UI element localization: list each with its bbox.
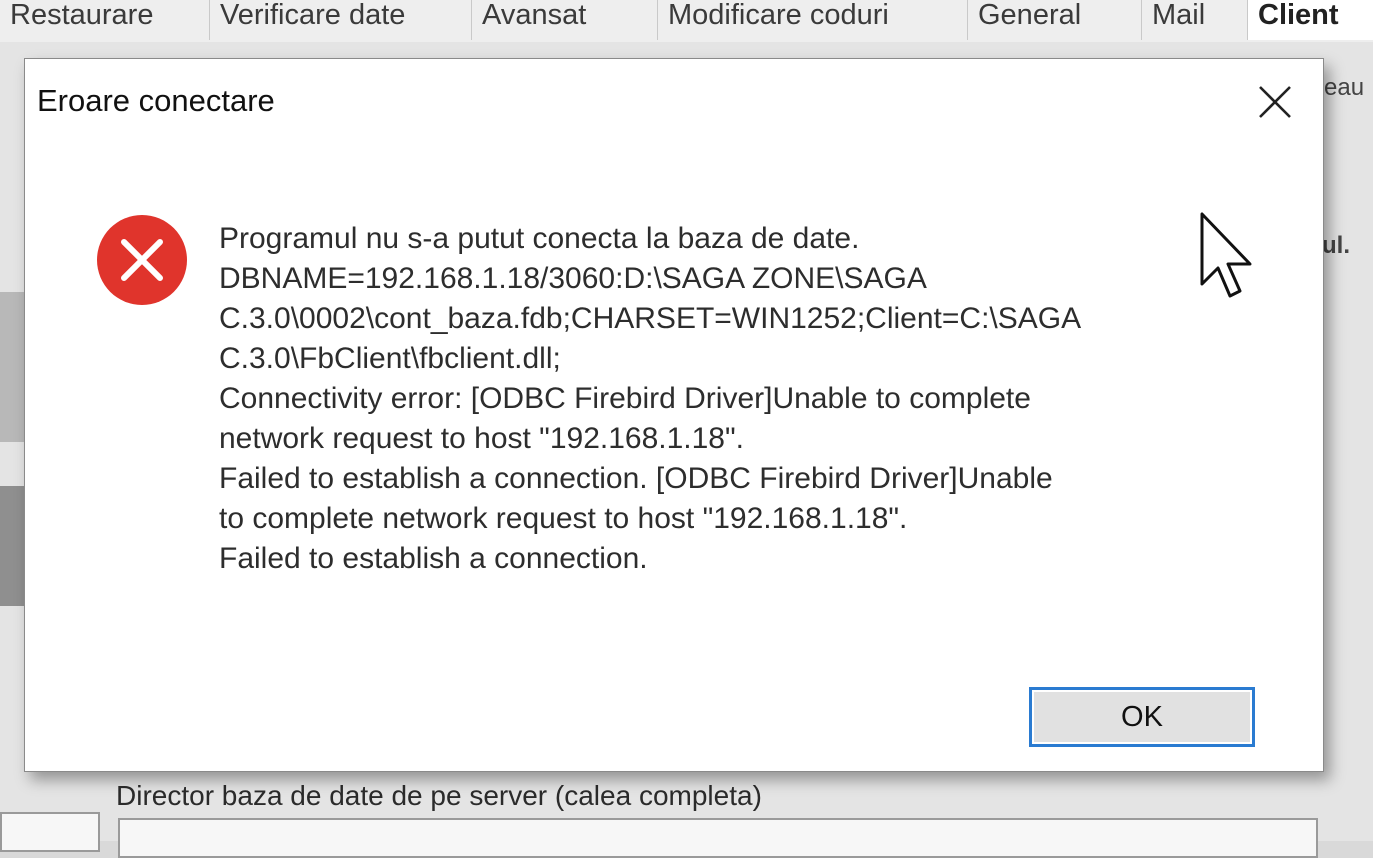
ok-button[interactable]: OK [1029, 687, 1255, 747]
background-text-right: eau [1324, 74, 1365, 101]
message-line: C.3.0\FbClient\fbclient.dll; [219, 342, 561, 375]
close-icon [1259, 86, 1291, 118]
message-line: Failed to establish a connection. [ODBC … [219, 462, 1053, 495]
tab-avansat[interactable]: Avansat [472, 0, 658, 40]
mouse-cursor-icon [1200, 212, 1252, 298]
message-line: DBNAME=192.168.1.18/3060:D:\SAGA ZONE\SA… [219, 262, 927, 295]
background-text-right: ul. [1322, 232, 1350, 259]
message-line: Failed to establish a connection. [219, 542, 648, 575]
message-line: to complete network request to host "192… [219, 502, 908, 535]
db-directory-input[interactable] [118, 818, 1318, 858]
dialog-title: Eroare conectare [37, 83, 275, 118]
tab-modificare-coduri[interactable]: Modificare coduri [658, 0, 968, 40]
db-directory-label: Director baza de date de pe server (cale… [116, 780, 762, 811]
tab-mail[interactable]: Mail [1142, 0, 1248, 40]
message-line: Programul nu s-a putut conecta la baza d… [219, 222, 860, 255]
error-dialog: Eroare conectare Programul nu s-a putut … [24, 58, 1324, 772]
error-message: Programul nu s-a putut conecta la baza d… [219, 219, 1229, 579]
message-line: Connectivity error: [ODBC Firebird Drive… [219, 382, 1031, 415]
tab-verificare-date[interactable]: Verificare date [210, 0, 472, 40]
background-field[interactable] [0, 812, 100, 852]
tab-restaurare[interactable]: Restaurare [0, 0, 210, 40]
error-icon [97, 215, 187, 305]
close-button[interactable] [1247, 77, 1303, 127]
background-shade [0, 486, 26, 606]
tab-general[interactable]: General [968, 0, 1142, 40]
background-shade [0, 292, 26, 442]
message-line: network request to host "192.168.1.18". [219, 422, 744, 455]
dialog-titlebar[interactable]: Eroare conectare [25, 59, 1323, 149]
tab-bar: Restaurare Verificare date Avansat Modif… [0, 0, 1373, 43]
message-line: C.3.0\0002\cont_baza.fdb;CHARSET=WIN1252… [219, 302, 1082, 335]
tab-client[interactable]: Client [1248, 0, 1373, 40]
